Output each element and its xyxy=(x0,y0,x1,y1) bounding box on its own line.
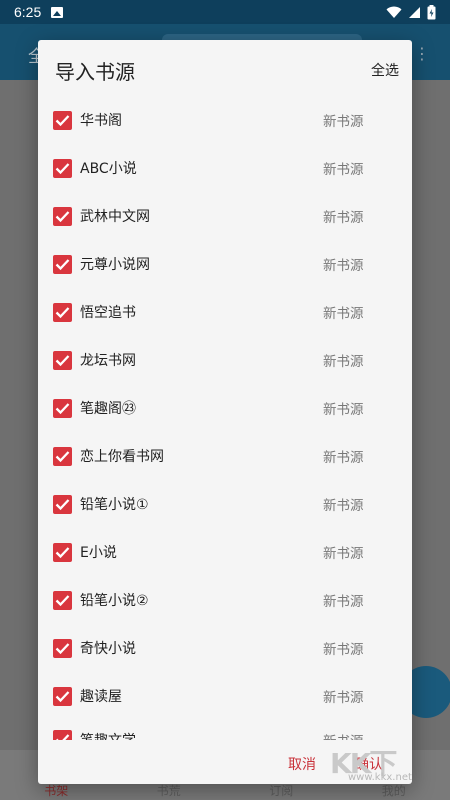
status-time: 6:25 xyxy=(14,4,42,20)
source-tag: 新书源 xyxy=(323,354,364,370)
source-name: 奇快小说 xyxy=(80,641,136,657)
checkbox-checked-icon[interactable] xyxy=(53,686,72,706)
list-item[interactable]: 铅笔小说② 新书源 xyxy=(38,576,412,624)
source-tag: 新书源 xyxy=(323,730,364,740)
checkbox-checked-icon[interactable] xyxy=(53,110,72,130)
select-all-button[interactable]: 全选 xyxy=(371,60,399,80)
signal-icon xyxy=(409,6,420,18)
source-tag: 新书源 xyxy=(323,306,364,322)
list-item[interactable]: 奇快小说 新书源 xyxy=(38,624,412,672)
list-item[interactable]: 龙坛书网 新书源 xyxy=(38,336,412,384)
status-bar: 6:25 xyxy=(0,0,450,24)
source-tag: 新书源 xyxy=(323,162,364,178)
image-notification-icon xyxy=(51,6,64,18)
checkbox-checked-icon[interactable] xyxy=(53,254,72,274)
source-tag: 新书源 xyxy=(323,258,364,274)
checkbox-checked-icon[interactable] xyxy=(53,206,72,226)
import-book-source-dialog: 导入书源 全选 华书阁 新书源 ABC小说 新书源 武林中文网 新书源 元尊小说… xyxy=(38,40,412,784)
source-name: E小说 xyxy=(80,545,117,561)
checkbox-checked-icon[interactable] xyxy=(53,590,72,610)
source-name: 恋上你看书网 xyxy=(80,449,164,465)
source-tag: 新书源 xyxy=(323,594,364,610)
checkbox-checked-icon[interactable] xyxy=(53,302,72,322)
list-item[interactable]: 悟空追书 新书源 xyxy=(38,288,412,336)
watermark-logo: KK下 www.kkx.net xyxy=(330,742,420,786)
source-name: 笔趣阁㉓ xyxy=(80,401,136,417)
checkbox-checked-icon[interactable] xyxy=(53,542,72,562)
battery-charging-icon xyxy=(427,4,436,19)
source-name: 龙坛书网 xyxy=(80,353,136,369)
list-item[interactable]: ABC小说 新书源 xyxy=(38,144,412,192)
dialog-title: 导入书源 xyxy=(55,60,135,84)
checkbox-checked-icon[interactable] xyxy=(53,730,72,740)
source-name: 华书阁 xyxy=(80,113,122,129)
source-tag: 新书源 xyxy=(323,690,364,706)
list-item[interactable]: 趣读屋 新书源 xyxy=(38,672,412,720)
source-tag: 新书源 xyxy=(323,642,364,658)
source-name: 铅笔小说② xyxy=(80,593,149,609)
wifi-icon xyxy=(386,6,402,18)
more-options-icon: ⋮ xyxy=(414,44,430,63)
source-name: 悟空追书 xyxy=(80,305,136,321)
status-icons xyxy=(386,4,436,20)
list-item[interactable]: E小说 新书源 xyxy=(38,528,412,576)
source-tag: 新书源 xyxy=(323,114,364,130)
checkbox-checked-icon[interactable] xyxy=(53,398,72,418)
list-item[interactable]: 华书阁 新书源 xyxy=(38,96,412,144)
source-name: 笔趣文学 xyxy=(80,730,136,740)
checkbox-checked-icon[interactable] xyxy=(53,158,72,178)
list-item[interactable]: 武林中文网 新书源 xyxy=(38,192,412,240)
book-source-list[interactable]: 华书阁 新书源 ABC小说 新书源 武林中文网 新书源 元尊小说网 新书源 悟空… xyxy=(38,96,412,740)
source-name: 武林中文网 xyxy=(80,209,150,225)
source-name: 铅笔小说① xyxy=(80,497,149,513)
source-tag: 新书源 xyxy=(323,402,364,418)
source-name: 趣读屋 xyxy=(80,689,122,705)
source-tag: 新书源 xyxy=(323,450,364,466)
source-name: 元尊小说网 xyxy=(80,257,150,273)
watermark-url: www.kkx.net xyxy=(348,772,412,783)
source-name: ABC小说 xyxy=(80,161,137,177)
source-tag: 新书源 xyxy=(323,210,364,226)
source-tag: 新书源 xyxy=(323,498,364,514)
checkbox-checked-icon[interactable] xyxy=(53,494,72,514)
list-item[interactable]: 笔趣阁㉓ 新书源 xyxy=(38,384,412,432)
list-item[interactable]: 铅笔小说① 新书源 xyxy=(38,480,412,528)
list-item[interactable]: 笔趣文学 新书源 xyxy=(38,720,412,740)
source-tag: 新书源 xyxy=(323,546,364,562)
checkbox-checked-icon[interactable] xyxy=(53,350,72,370)
checkbox-checked-icon[interactable] xyxy=(53,446,72,466)
list-item[interactable]: 元尊小说网 新书源 xyxy=(38,240,412,288)
checkbox-checked-icon[interactable] xyxy=(53,638,72,658)
cancel-button[interactable]: 取消 xyxy=(288,754,316,774)
list-item[interactable]: 恋上你看书网 新书源 xyxy=(38,432,412,480)
